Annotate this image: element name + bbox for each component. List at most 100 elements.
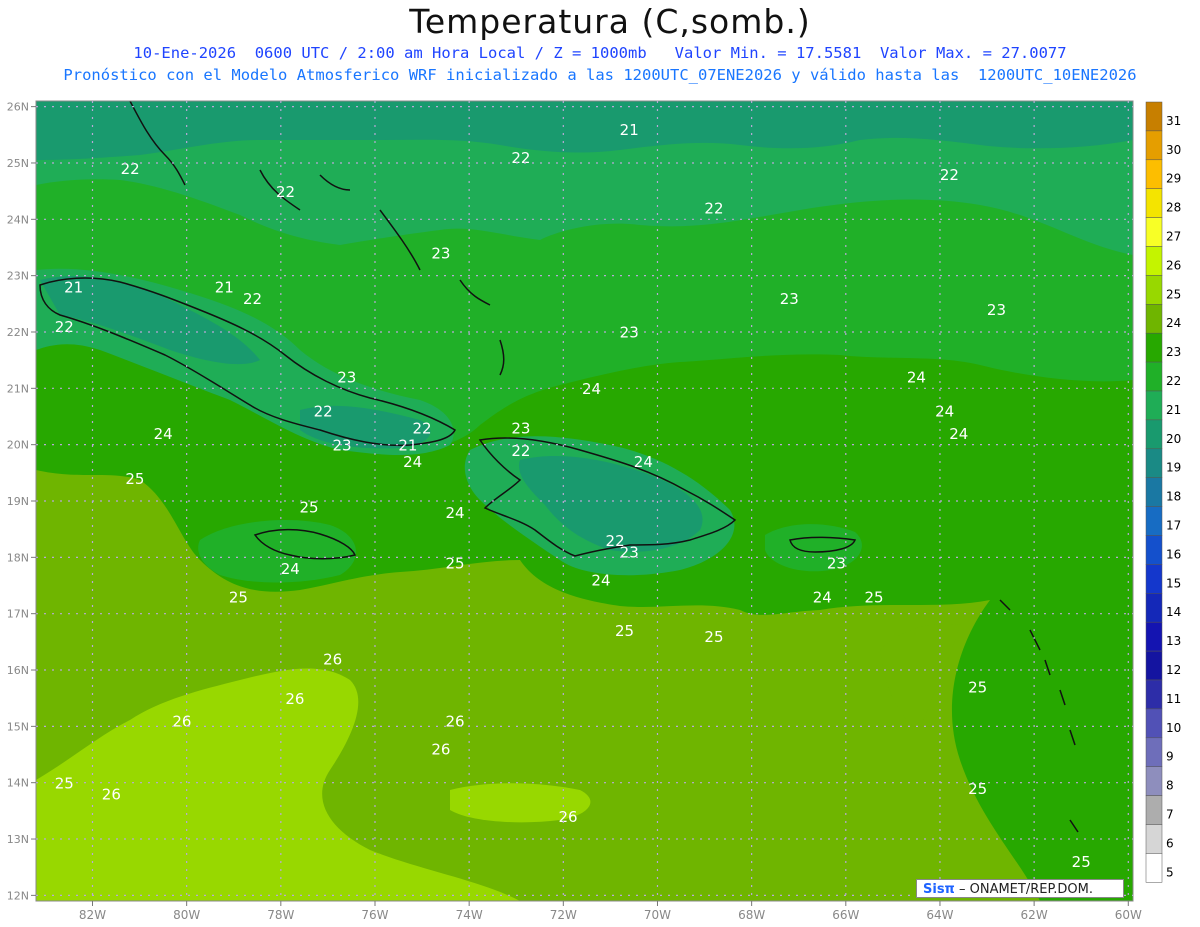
colorbar-label: 14: [1166, 605, 1181, 619]
contour-label: 23: [332, 436, 351, 454]
contour-label: 26: [102, 786, 121, 804]
lat-tick-label: 26N: [7, 101, 29, 114]
colorbar-swatch: [1145, 361, 1163, 392]
colorbar-label: 30: [1166, 143, 1181, 157]
contour-label: 23: [337, 369, 356, 387]
lat-tick-label: 14N: [7, 777, 29, 790]
colorbar-swatch: [1145, 217, 1163, 247]
colorbar-swatch: [1145, 593, 1163, 623]
contour-label: 24: [403, 453, 422, 471]
colorbar-swatch: [1145, 304, 1163, 334]
contour-label: 25: [229, 588, 248, 606]
contour-label: 26: [323, 650, 342, 668]
temperature-map: 21222222222223232321 2122222323242224 2221…: [7, 100, 1181, 922]
colorbar-swatch: [1145, 448, 1163, 478]
colorbar-swatch: [1145, 419, 1163, 450]
colorbar-swatch: [1145, 188, 1163, 218]
contour-label: 21: [64, 279, 83, 297]
colorbar-swatch: [1145, 708, 1163, 739]
contour-label: 26: [285, 690, 304, 708]
colorbar-label: 26: [1166, 258, 1181, 272]
contour-label: 24: [445, 504, 464, 522]
lat-tick-label: 12N: [7, 889, 29, 902]
latitude-axis: 26N 25N 24N 23N 22N 21N 20N 19N 18N 17N 16N 15N 14N 1…: [7, 101, 36, 902]
lon-tick-label: 74W: [456, 908, 483, 922]
contour-label: 24: [281, 560, 300, 578]
contour-label: 22: [511, 442, 530, 460]
colorbar-label: 31: [1166, 114, 1181, 128]
colorbar-label: 27: [1166, 230, 1181, 244]
contour-label: 26: [445, 712, 464, 730]
colorbar-swatch: [1145, 679, 1163, 710]
contour-label: 24: [591, 572, 610, 590]
lat-tick-label: 19N: [7, 495, 29, 508]
lat-tick-label: 18N: [7, 551, 29, 564]
credit-organization: – ONAMET/REP.DOM.: [954, 882, 1093, 897]
colorbar-swatch: [1145, 737, 1163, 767]
contour-label: 25: [615, 622, 634, 640]
colorbar-label: 13: [1166, 634, 1181, 648]
contour-label: 22: [121, 160, 140, 178]
contour-label: 25: [55, 774, 74, 792]
colorbar-label: 20: [1166, 432, 1181, 446]
contour-label: 22: [314, 402, 333, 420]
contour-label: 23: [987, 301, 1006, 319]
lon-tick-label: 82W: [79, 908, 106, 922]
contour-label: 22: [276, 183, 295, 201]
colorbar-swatch: [1145, 564, 1163, 594]
colorbar-label: 9: [1166, 750, 1174, 764]
contour-label: 24: [935, 402, 954, 420]
colorbar-label: 12: [1166, 663, 1181, 677]
lat-tick-label: 23N: [7, 270, 29, 283]
contour-label: 25: [1072, 853, 1091, 871]
lat-tick-label: 15N: [7, 720, 29, 733]
lon-tick-label: 70W: [644, 908, 671, 922]
colorbar-swatch: [1145, 275, 1163, 305]
colorbar-label: 16: [1166, 547, 1181, 561]
longitude-axis: 82W 80W 78W 76W 74W 72W 70W 68W 66W 64W 62W 60W: [79, 901, 1142, 922]
contour-label: 23: [620, 324, 639, 342]
lon-tick-label: 80W: [173, 908, 200, 922]
colorbar-label: 6: [1166, 836, 1174, 850]
lat-tick-label: 13N: [7, 833, 29, 846]
contour-label: 24: [949, 425, 968, 443]
sis-pi-logo: Sisπ: [923, 882, 955, 897]
contour-label: 22: [243, 290, 262, 308]
colorbar-swatch: [1145, 506, 1163, 536]
contour-label: 26: [172, 712, 191, 730]
colorbar-label: 11: [1166, 692, 1181, 706]
contour-label: 21: [398, 436, 417, 454]
lon-tick-label: 72W: [550, 908, 577, 922]
colorbar-swatch: [1145, 159, 1163, 189]
lon-tick-label: 62W: [1021, 908, 1048, 922]
contour-label: 22: [511, 149, 530, 167]
lat-tick-label: 24N: [7, 213, 29, 226]
lon-tick-label: 64W: [926, 908, 953, 922]
colorbar-swatch: [1145, 824, 1163, 854]
contour-label: 23: [620, 543, 639, 561]
colorbar-label: 17: [1166, 519, 1181, 533]
lat-tick-label: 17N: [7, 608, 29, 621]
colorbar-label: 19: [1166, 461, 1181, 475]
colorbar-label: 24: [1166, 316, 1181, 330]
lon-tick-label: 78W: [267, 908, 294, 922]
credit-badge[interactable]: Sisπ – ONAMET/REP.DOM.: [916, 879, 1124, 898]
contour-label: 22: [940, 166, 959, 184]
lat-tick-label: 22N: [7, 326, 29, 339]
colorbar-swatch: [1145, 246, 1163, 276]
colorbar-label: 21: [1166, 403, 1181, 417]
lon-tick-label: 66W: [832, 908, 859, 922]
colorbar-label: 18: [1166, 490, 1181, 504]
colorbar-swatch: [1145, 477, 1163, 507]
colorbar-label: 23: [1166, 345, 1181, 359]
colorbar-label: 29: [1166, 172, 1181, 186]
colorbar-label: 10: [1166, 721, 1181, 735]
lon-tick-label: 76W: [361, 908, 388, 922]
contour-label: 21: [215, 279, 234, 297]
colorbar-label: 25: [1166, 287, 1181, 301]
colorbar-swatch: [1145, 101, 1163, 132]
colorbar-label: 22: [1166, 374, 1181, 388]
contour-label: 25: [865, 588, 884, 606]
colorbar-swatch: [1145, 535, 1163, 565]
lat-tick-label: 25N: [7, 157, 29, 170]
